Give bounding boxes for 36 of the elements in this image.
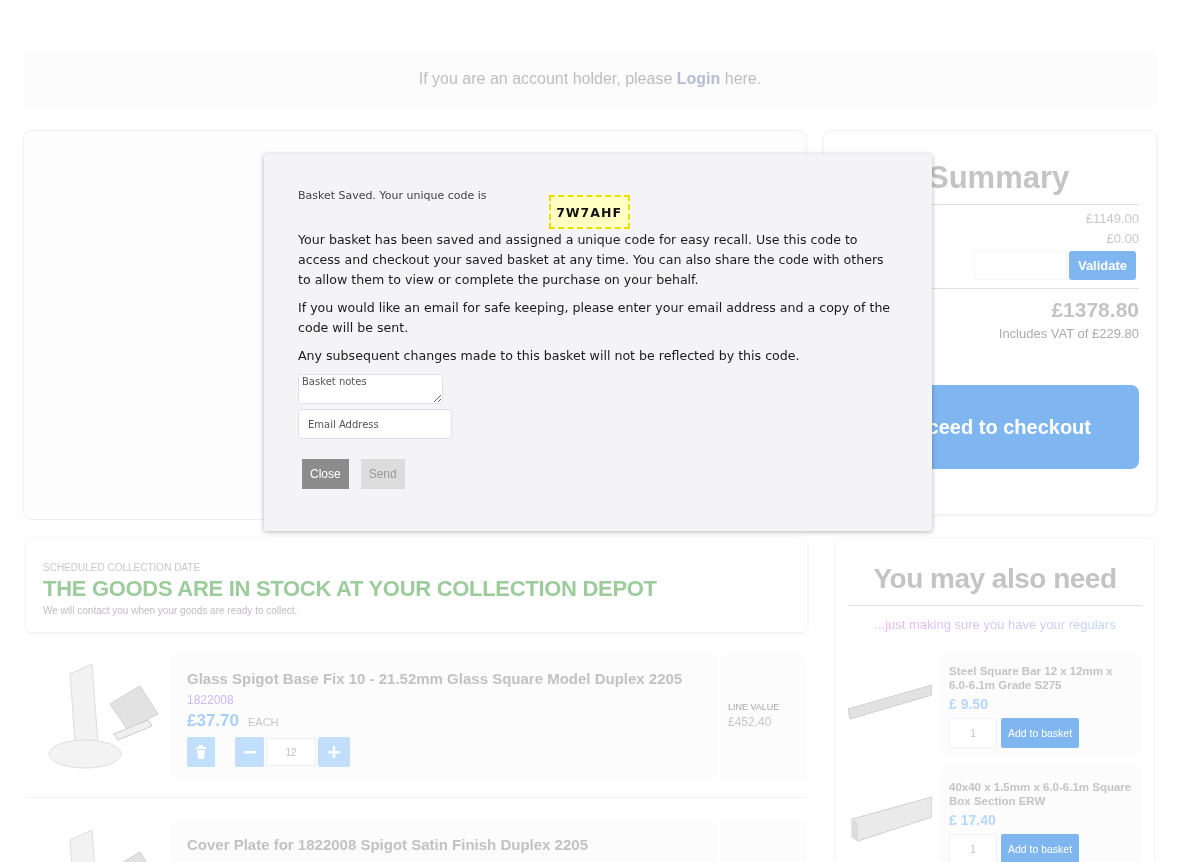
quantity-field[interactable]: 1: [949, 834, 997, 862]
product-code: 1822008: [187, 693, 235, 707]
unit-price: £37.70: [187, 711, 239, 731]
summary-title: Summary: [928, 160, 1070, 196]
product-price: £ 17.40: [949, 812, 997, 828]
dialog-paragraph: Your basket has been saved and assigned a unique code for easy recall. Use this code to access and checkout your saved basket at any time. You can also share the code with others to allow them to view or complete the purchase on your behalf.: [298, 231, 885, 289]
increase-button[interactable]: [318, 737, 350, 767]
login-message: If you are an account holder, please Login here.: [418, 69, 762, 88]
quantity-field[interactable]: 12: [266, 738, 316, 766]
dialog-intro: Basket Saved. Your unique code is: [298, 189, 487, 202]
quantity-field[interactable]: 1: [949, 718, 997, 748]
email-field[interactable]: Email Address: [298, 409, 452, 439]
recommendations-title: You may also need: [872, 563, 1118, 595]
product-title[interactable]: Steel Square Bar 12 x 12mm x 6.0-6.1m Grade S275: [949, 664, 1133, 692]
login-link[interactable]: Login: [676, 69, 721, 87]
product-title[interactable]: Glass Spigot Base Fix 10 - 21.52mm Glass Square Model Duplex 2205: [187, 670, 702, 687]
line-value-label: LINE VALUE: [728, 702, 781, 712]
product-price: £ 9.50: [949, 696, 989, 712]
product-title[interactable]: Cover Plate for 1822008 Spigot Satin Finish Duplex 2205: [187, 836, 702, 853]
collection-headline: THE GOODS ARE IN STOCK AT YOUR COLLECTION DEPOT: [43, 576, 658, 602]
add-to-basket-button[interactable]: Add to basket: [1001, 834, 1079, 862]
dialog-paragraph: Any subsequent changes made to this basket will not be reflected by this code.: [298, 347, 801, 365]
trash-icon: [195, 745, 207, 759]
close-button[interactable]: Close: [302, 459, 349, 489]
delete-button[interactable]: [187, 737, 215, 767]
decrease-button[interactable]: [235, 737, 264, 767]
product-title[interactable]: 40x40 x 1.5mm x 6.0-6.1m Square Box Section ERW: [949, 780, 1133, 808]
order-total: £1378.80: [1051, 298, 1139, 322]
vat-note: Includes VAT of £229.80: [998, 326, 1139, 341]
basket-code: 7W7AHF: [548, 195, 630, 229]
plus-icon: [328, 746, 340, 758]
dialog-paragraph: If you would like an email for safe keeping, please enter your email address and a copy of the code will be sent.: [298, 299, 892, 337]
add-to-basket-button[interactable]: Add to basket: [1001, 718, 1079, 748]
collection-note: We will contact you when your goods are ready to collect.: [43, 605, 299, 616]
validate-button[interactable]: Validate: [1069, 251, 1136, 280]
notes-field[interactable]: Basket notes: [298, 374, 443, 404]
